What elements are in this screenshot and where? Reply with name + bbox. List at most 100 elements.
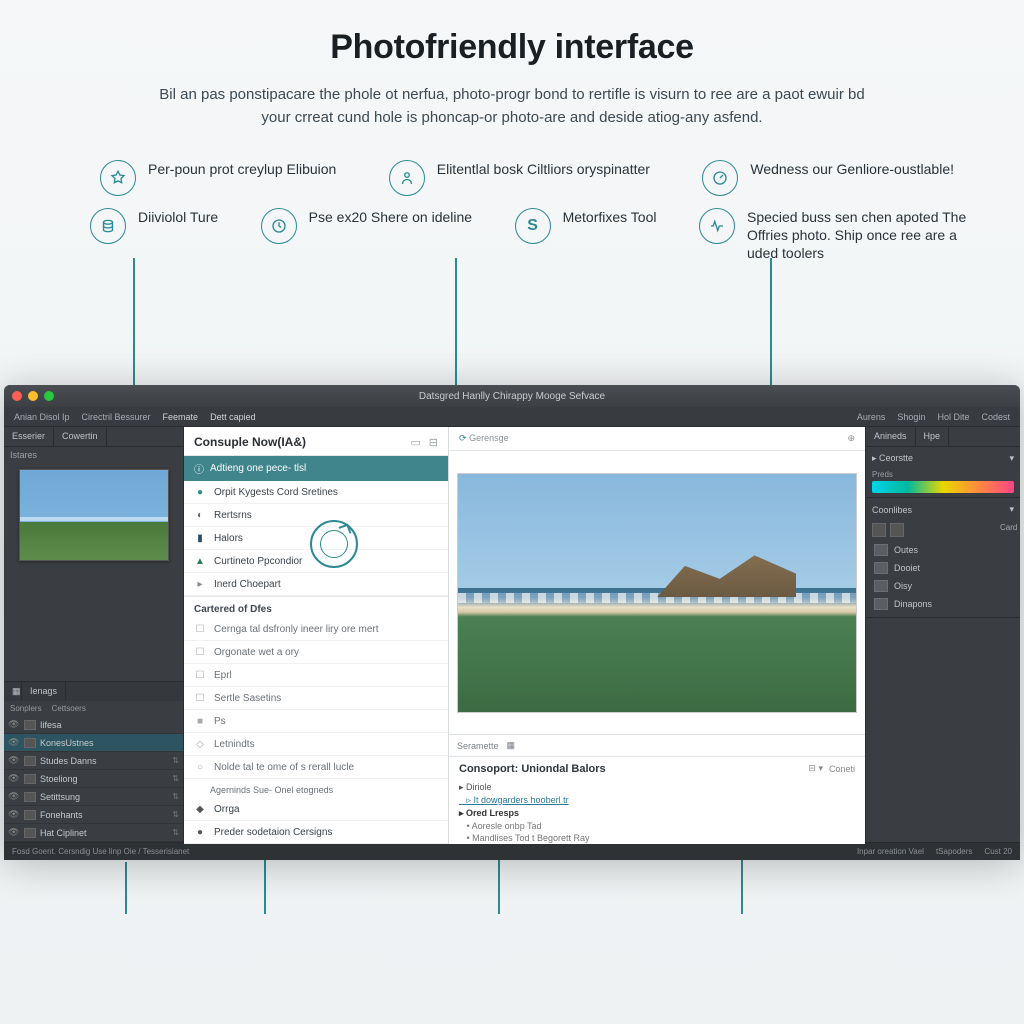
tab[interactable]: Hpe	[916, 427, 950, 446]
option-item[interactable]: ●Orpit Kygests Cord Sretines	[184, 481, 448, 504]
layers-icon[interactable]: ▦	[4, 682, 22, 701]
panel-item[interactable]: Oisy	[872, 577, 1014, 595]
selected-option[interactable]: ⓘ Adtieng one pece- tlsl	[184, 456, 448, 481]
visibility-icon[interactable]: 👁	[8, 719, 20, 730]
callouts-top: Per-poun prot creylup Elibuion Elitentla…	[0, 138, 1024, 196]
sub-item[interactable]: ☐ Cernga tal dsfronly ineer liry ore mert	[184, 618, 448, 641]
menu-item[interactable]: Hol Dite	[937, 412, 969, 422]
tab[interactable]: Anineds	[866, 427, 916, 446]
bottom-action[interactable]: Coneti	[829, 764, 855, 774]
option-item[interactable]: ▮Halors	[184, 527, 448, 550]
swatch[interactable]	[890, 523, 904, 537]
layer-label: Studes Danns	[40, 756, 97, 766]
sub-item[interactable]: ○Nolde tal te ome of s rerall lucle	[184, 756, 448, 779]
layer-row[interactable]: 👁Fonehants⇅	[4, 806, 183, 824]
menubar: Anian Disol Ip Cirectril Bessurer Feemat…	[4, 407, 1020, 427]
item-label: Dooiet	[894, 563, 920, 573]
sub-item[interactable]: ☐Sertle Sasetins	[184, 687, 448, 710]
menu-item[interactable]: Aurens	[857, 412, 886, 422]
sub-item[interactable]: ☐Orgonate wet a ory	[184, 641, 448, 664]
panel-subtab[interactable]: Cettsoers	[52, 704, 86, 713]
sub-item[interactable]: ☐Eprl	[184, 664, 448, 687]
option-item[interactable]: ◐Rertsrns	[184, 504, 448, 527]
canvas-tab[interactable]: Gerensge	[469, 433, 509, 443]
layer-row[interactable]: 👁KonesUstnes	[4, 734, 183, 752]
option-item[interactable]: ▲Curtineto Ppcondior	[184, 550, 448, 573]
navigator-thumbnail[interactable]	[19, 469, 169, 561]
canvas[interactable]	[449, 451, 865, 734]
menu-item[interactable]: Anian Disol Ip	[14, 412, 70, 422]
checkbox-icon[interactable]: ☐	[194, 669, 206, 681]
panel-item[interactable]: Dinapons	[872, 595, 1014, 613]
panel-item[interactable]: Dooiet	[872, 559, 1014, 577]
tab[interactable]: Esserier	[4, 427, 54, 446]
menu-icon[interactable]: ▾	[1009, 453, 1014, 464]
item-label: Cernga tal dsfronly ineer liry ore mert	[214, 624, 379, 635]
menu-item[interactable]: Shogin	[897, 412, 925, 422]
visibility-icon[interactable]: 👁	[8, 809, 20, 820]
checkbox-icon[interactable]: ☐	[194, 623, 206, 635]
visibility-icon[interactable]: 👁	[8, 827, 20, 838]
menu-item[interactable]: Cirectril Bessurer	[82, 412, 151, 422]
bottom-list-item[interactable]: ▸ Ored Lresps	[459, 807, 855, 820]
panel-item[interactable]: Outes	[872, 541, 1014, 559]
layer-swatch	[24, 720, 36, 730]
status-left: Fosd Goent. Cersndig Use linp Oie / Tess…	[12, 847, 189, 856]
section-label[interactable]: Ceorstte	[879, 453, 913, 463]
expand-icon[interactable]: ⊕	[847, 433, 855, 444]
visibility-icon[interactable]: 👁	[8, 755, 20, 766]
callout-top-2: Wedness our Genliore-oustlable!	[702, 160, 954, 196]
visibility-icon[interactable]: 👁	[8, 791, 20, 802]
dropdown-icon[interactable]: ⊟ ▾	[808, 763, 823, 774]
checkbox-icon[interactable]: ☐	[194, 646, 206, 658]
panel-tab[interactable]: Ienags	[22, 682, 66, 701]
menu-icon[interactable]: ▾	[1009, 504, 1014, 515]
bottom-list-item[interactable]: • Aoresle onbp Tad	[459, 820, 855, 832]
callout-bottom-0: Diiviolol Ture	[90, 208, 218, 263]
bottom-list-item[interactable]: • Mandlises Tod t Begorett Ray	[459, 832, 855, 844]
titlebar[interactable]: Datsgred Hanlly Chirappy Mooge Sefvace	[4, 385, 1020, 407]
sub-item[interactable]: ◇Letnindts	[184, 733, 448, 756]
letter-s-icon: S	[515, 208, 551, 244]
canvas-area: ⟳ Gerensge ⊕ Seramette ▦ Consoport: Unio…	[449, 427, 865, 844]
bottom-list-item[interactable]: ▹ It dowgarders hooberl tr	[459, 794, 855, 807]
grid-icon[interactable]: ▦	[507, 740, 516, 751]
layer-row[interactable]: 👁Hat Ciplinet⇅	[4, 824, 183, 842]
callouts-bottom: Diiviolol Ture Pse ex20 Shere on ideline…	[0, 196, 1024, 263]
menu-item[interactable]: Codest	[981, 412, 1010, 422]
layer-label: Fonehants	[40, 810, 83, 820]
menu-item[interactable]: Dett capied	[210, 412, 256, 422]
layer-row[interactable]: 👁Stoeliong⇅	[4, 770, 183, 788]
layer-swatch	[24, 810, 36, 820]
refresh-icon[interactable]: ⟳	[459, 433, 467, 443]
item-icon: ◐	[194, 509, 206, 521]
item-label: Orrga	[214, 804, 240, 815]
swatch[interactable]	[872, 523, 886, 537]
footer-item[interactable]: ◆Orrga	[184, 798, 448, 821]
menu-item[interactable]: Feemate	[163, 412, 199, 422]
tab[interactable]: Cowertin	[54, 427, 107, 446]
item-label: Halors	[214, 533, 243, 544]
color-gradient[interactable]	[872, 481, 1014, 493]
layer-row[interactable]: 👁Setittsung⇅	[4, 788, 183, 806]
checkbox-icon[interactable]: ☐	[194, 692, 206, 704]
bottom-tab[interactable]: Seramette	[457, 741, 499, 751]
panel-subtab[interactable]: Sonplers	[10, 704, 42, 713]
panel-action-icon[interactable]: ▭	[410, 436, 420, 449]
footer-item[interactable]: ●Preder sodetaion Cersigns	[184, 821, 448, 844]
star-icon	[100, 160, 136, 196]
status-item: Cust 20	[984, 847, 1012, 856]
layer-row[interactable]: 👁Studes Danns⇅	[4, 752, 183, 770]
visibility-icon[interactable]: 👁	[8, 737, 20, 748]
item-label: Orpit Kygests Cord Sretines	[214, 487, 338, 498]
action-label[interactable]: Card	[1000, 523, 1014, 537]
option-item[interactable]: ▸Inerd Choepart	[184, 573, 448, 596]
bottom-list-item[interactable]: ▸ Diriole	[459, 781, 855, 794]
visibility-icon[interactable]: 👁	[8, 773, 20, 784]
sub-item[interactable]: ■Ps	[184, 710, 448, 733]
callout-text: Per-poun prot creylup Elibuion	[148, 160, 336, 178]
item-label: Inerd Choepart	[214, 579, 281, 590]
section-label[interactable]: Coonlibes	[872, 505, 912, 515]
layer-row[interactable]: 👁Iifesa	[4, 716, 183, 734]
panel-action-icon[interactable]: ⊟	[429, 436, 438, 449]
